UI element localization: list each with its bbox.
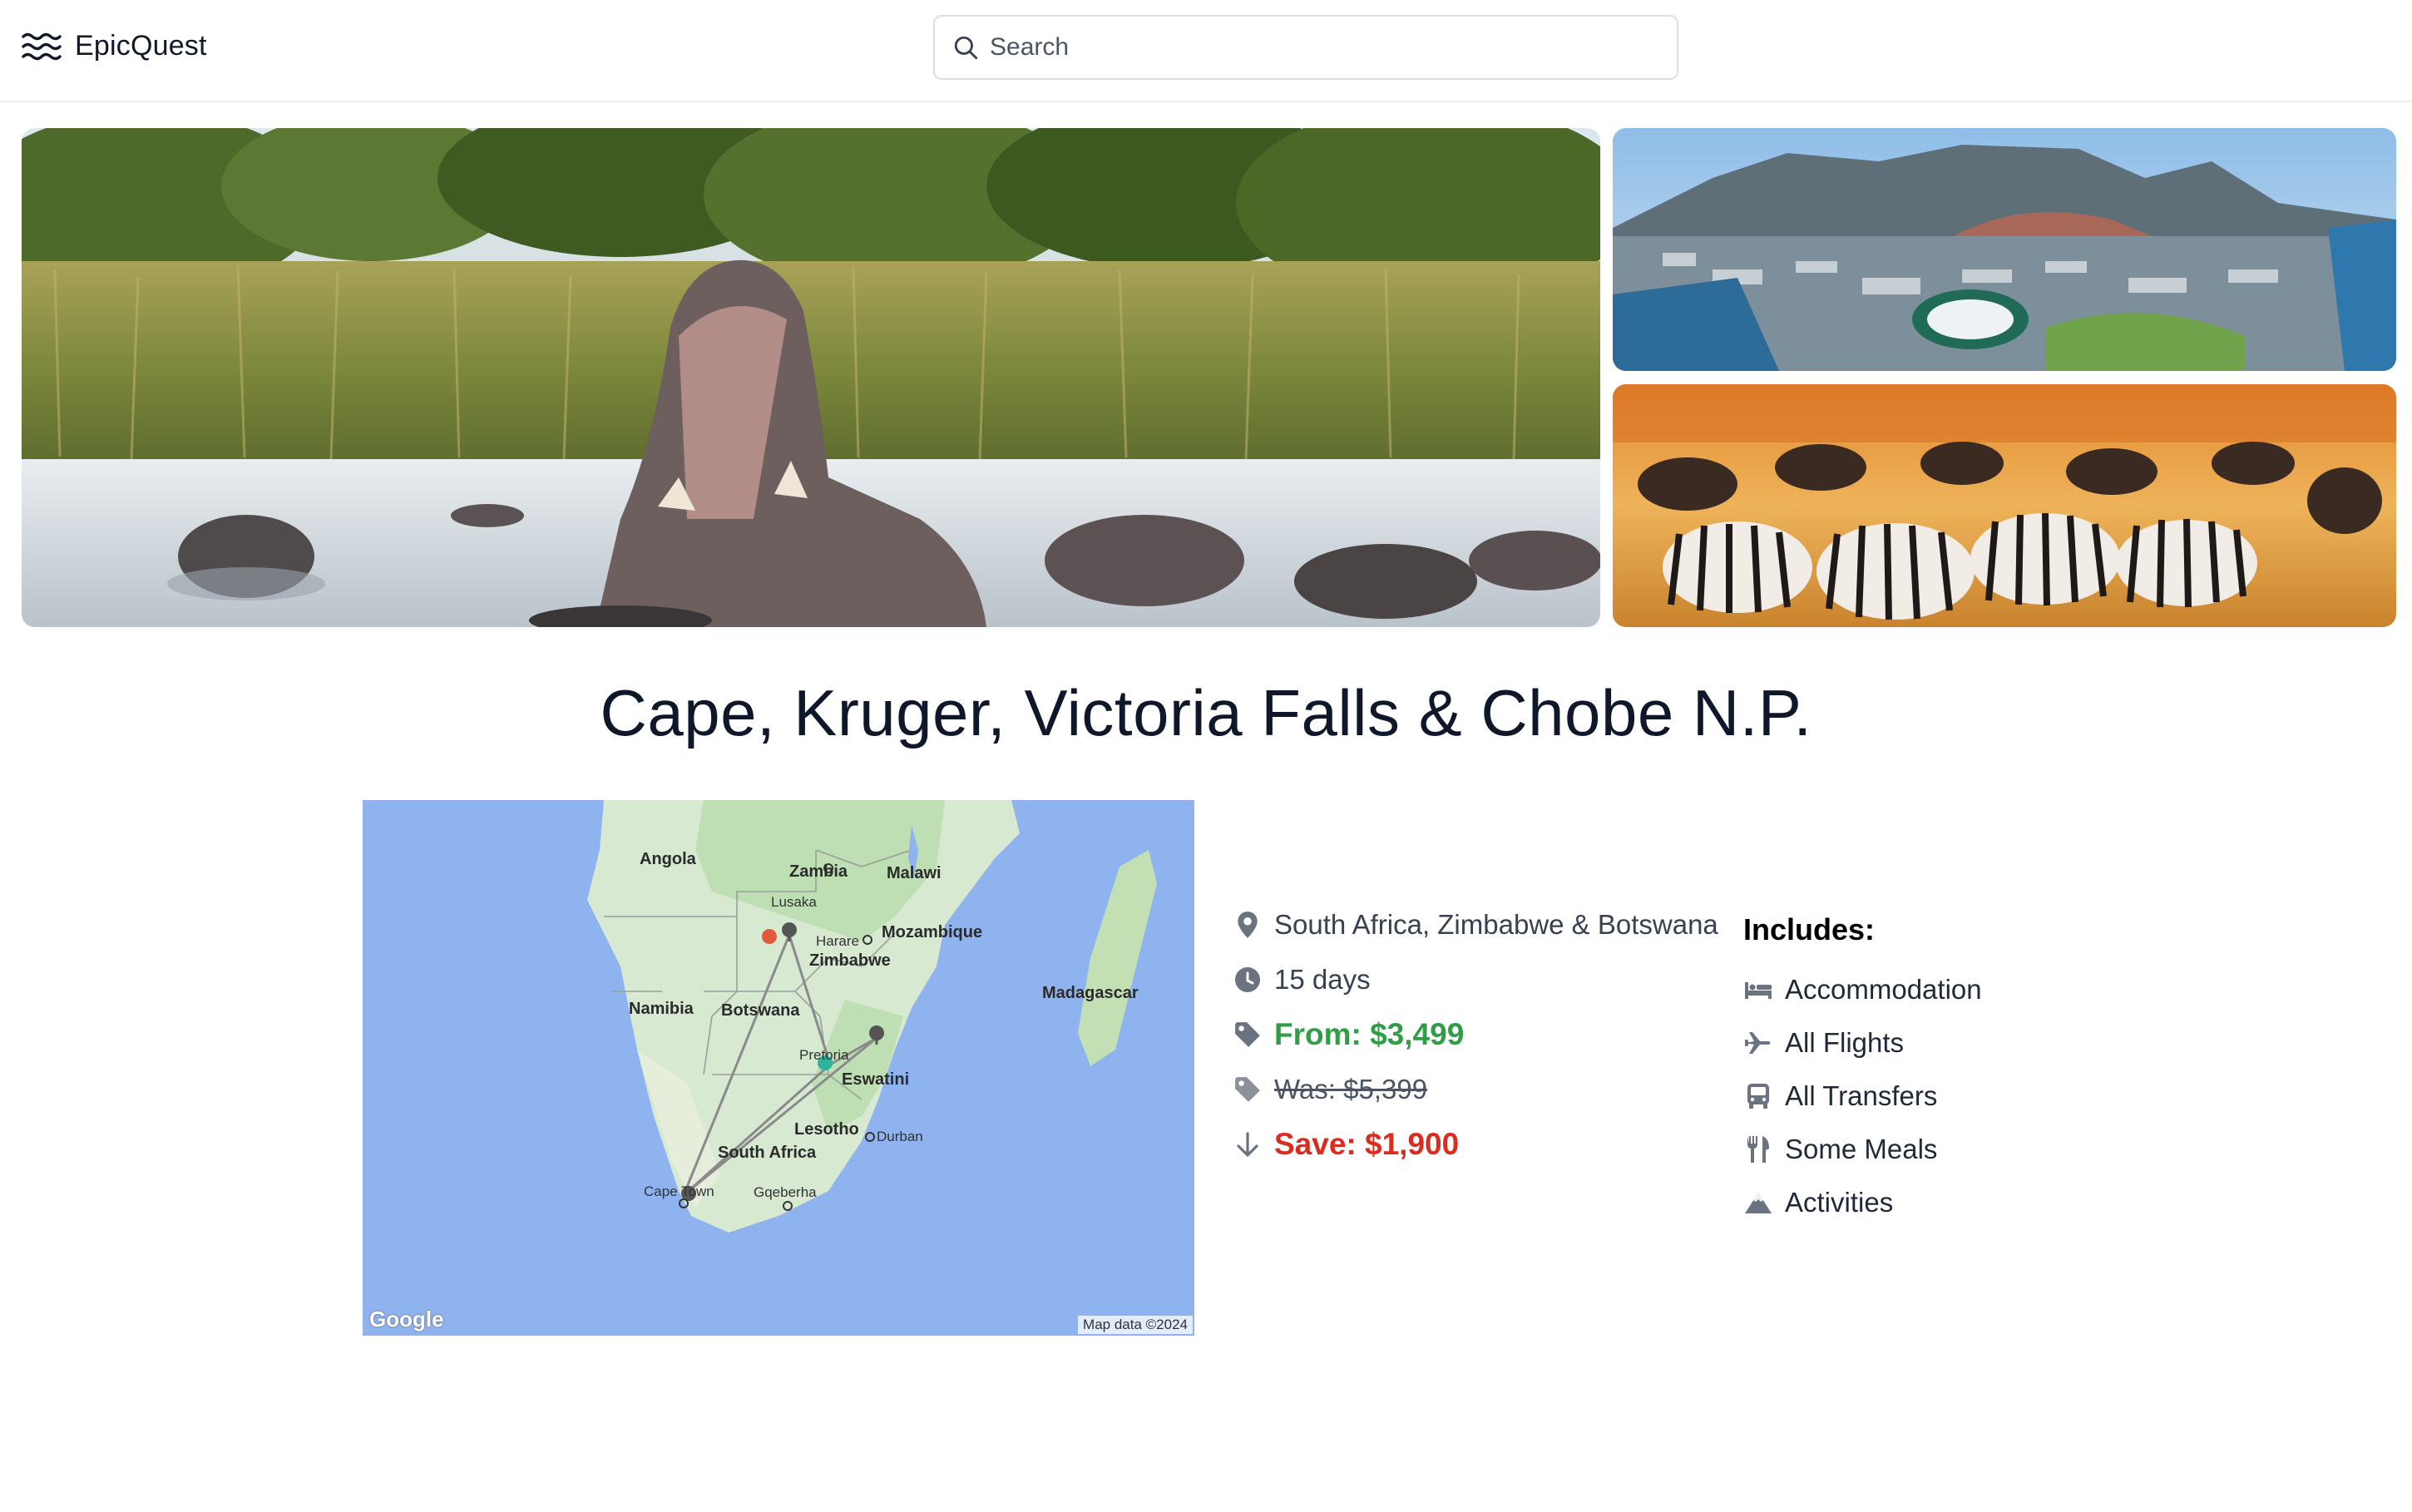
map-label-durban: Durban	[877, 1129, 923, 1144]
tour-duration: 15 days	[1274, 964, 1371, 995]
map-label-zambia: Zambia	[789, 862, 848, 881]
price-from: From: $3,499	[1274, 1017, 1465, 1051]
google-logo[interactable]: Google	[369, 1307, 444, 1332]
plane-icon	[1743, 1028, 1773, 1058]
route-map[interactable]: Angola Zambia Malawi Lusaka Mozambique H…	[363, 800, 1194, 1336]
map-label-mozambique: Mozambique	[882, 923, 982, 941]
map-label-gqeberha: Gqeberha	[754, 1184, 817, 1200]
arrow-down-icon	[1233, 1129, 1263, 1159]
include-item: All Flights	[1743, 1023, 1982, 1063]
mountain-icon	[1743, 1188, 1773, 1218]
brand-logo[interactable]: EpicQuest	[22, 30, 207, 62]
tour-details: South Africa, Zimbabwe & Botswana 15 day…	[1233, 905, 1718, 1179]
was-price-row: Was: $5,399	[1233, 1070, 1718, 1109]
include-item: Accommodation	[1743, 970, 1982, 1010]
include-label: All Flights	[1785, 1027, 1905, 1058]
map-label-lesotho: Lesotho	[794, 1120, 859, 1139]
hippos-river-photo[interactable]	[22, 128, 1600, 627]
include-item: All Transfers	[1743, 1076, 1982, 1116]
zebras-wildebeest-photo[interactable]	[1613, 384, 2396, 627]
map-label-namibia: Namibia	[629, 1000, 694, 1018]
map-label-harare: Harare	[816, 933, 859, 949]
search-icon	[954, 36, 978, 60]
cape-town-aerial-photo[interactable]	[1613, 128, 2396, 371]
countries-row: South Africa, Zimbabwe & Botswana	[1233, 905, 1718, 945]
bus-icon	[1743, 1081, 1773, 1111]
map-label-eswatini: Eswatini	[842, 1070, 909, 1089]
tour-countries: South Africa, Zimbabwe & Botswana	[1274, 909, 1718, 940]
utensils-icon	[1743, 1134, 1773, 1164]
map-label-malawi: Malawi	[887, 864, 942, 882]
brand-name: EpicQuest	[75, 30, 207, 62]
price-was: Was: $5,399	[1274, 1074, 1428, 1104]
duration-row: 15 days	[1233, 960, 1718, 1000]
include-label: Accommodation	[1785, 974, 1982, 1005]
bed-icon	[1743, 975, 1773, 1005]
map-label-botswana: Botswana	[721, 1001, 800, 1020]
map-label-south-africa: South Africa	[718, 1144, 817, 1162]
include-label: All Transfers	[1785, 1080, 1938, 1111]
search-box[interactable]	[933, 15, 1678, 80]
includes-heading: Includes:	[1743, 912, 1876, 946]
map-label-cape-town: Cape Town	[644, 1183, 714, 1199]
top-navbar: EpicQuest	[0, 0, 2412, 102]
map-label-angola: Angola	[640, 850, 697, 868]
clock-icon	[1233, 965, 1263, 995]
map-label-zimbabwe: Zimbabwe	[809, 951, 891, 970]
map-label-pretoria: Pretoria	[799, 1047, 849, 1063]
include-item: Activities	[1743, 1183, 1982, 1223]
include-item: Some Meals	[1743, 1129, 1982, 1169]
map-pin-icon	[1233, 910, 1263, 940]
price-tag-icon	[1233, 1075, 1263, 1104]
search-input[interactable]	[988, 32, 1657, 62]
price-tag-icon	[1233, 1020, 1263, 1050]
savings-row: Save: $1,900	[1233, 1124, 1718, 1164]
savings-amount: Save: $1,900	[1274, 1127, 1460, 1161]
price-row: From: $3,499	[1233, 1015, 1718, 1055]
waves-icon	[22, 32, 62, 60]
includes-list: Includes: Accommodation All Flights All …	[1743, 910, 1982, 1236]
map-label-madagascar: Madagascar	[1042, 984, 1139, 1002]
map-label-lusaka: Lusaka	[771, 894, 817, 910]
include-label: Activities	[1785, 1187, 1894, 1218]
tour-title: Cape, Kruger, Victoria Falls & Chobe N.P…	[600, 676, 1812, 749]
map-attribution[interactable]: Map data ©2024	[1078, 1316, 1193, 1334]
include-label: Some Meals	[1785, 1134, 1938, 1164]
